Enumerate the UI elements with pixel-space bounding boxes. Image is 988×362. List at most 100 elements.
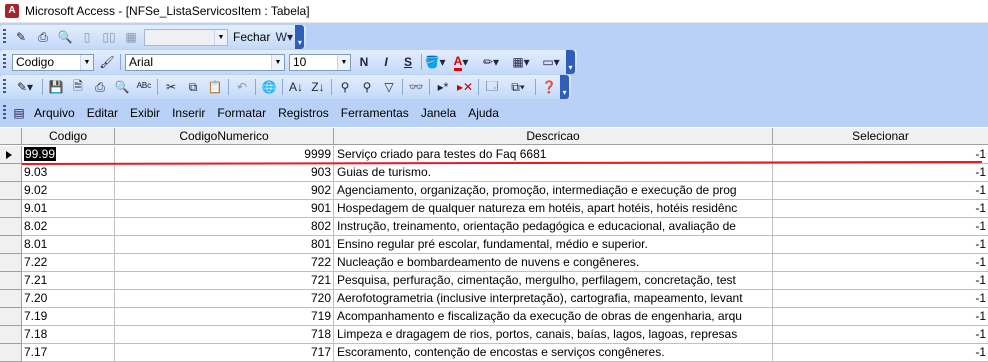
- print-preview-icon[interactable]: 🔍: [111, 77, 133, 97]
- font-combo[interactable]: Arial ▼: [125, 53, 285, 71]
- record-selector[interactable]: [0, 182, 22, 200]
- filter-by-selection-icon[interactable]: ⚲: [334, 77, 356, 97]
- copy-icon[interactable]: ⧉: [182, 77, 204, 97]
- undo-icon[interactable]: ↶: [231, 77, 253, 97]
- multiple-pages-icon[interactable]: ▦: [120, 27, 142, 47]
- design-view-icon[interactable]: ✎: [10, 27, 32, 47]
- fill-color-icon[interactable]: 🪣▾: [424, 52, 446, 72]
- menu-formatar[interactable]: Formatar: [211, 106, 272, 120]
- line-color-icon[interactable]: ✏▾: [476, 52, 506, 72]
- cell-descricao[interactable]: Acompanhamento e fiscalização da execuçã…: [334, 308, 773, 326]
- sort-descending-icon[interactable]: Z↓: [307, 77, 329, 97]
- one-page-icon[interactable]: ▯: [76, 27, 98, 47]
- cell-descricao[interactable]: Guias de turismo.: [334, 164, 773, 182]
- record-selector[interactable]: [0, 308, 22, 326]
- gridlines-icon[interactable]: ▦▾: [506, 52, 536, 72]
- column-header-codigo[interactable]: Codigo: [22, 128, 115, 145]
- cell-selecionar[interactable]: -1: [773, 218, 988, 236]
- cell-selecionar[interactable]: -1: [773, 236, 988, 254]
- apply-filter-icon[interactable]: ▽: [378, 77, 400, 97]
- delete-record-icon[interactable]: ▸✕: [454, 77, 476, 97]
- record-selector[interactable]: [0, 236, 22, 254]
- help-icon[interactable]: ❓: [538, 77, 560, 97]
- chevron-down-icon[interactable]: ▼: [80, 54, 93, 70]
- cell-codigo[interactable]: 7.18: [22, 326, 115, 344]
- record-selector[interactable]: [0, 218, 22, 236]
- font-color-icon[interactable]: A ▾: [446, 52, 476, 72]
- sort-ascending-icon[interactable]: A↓: [285, 77, 307, 97]
- record-selector[interactable]: [0, 290, 22, 308]
- menu-exibir[interactable]: Exibir: [124, 106, 166, 120]
- cell-codigo[interactable]: 7.22: [22, 254, 115, 272]
- cell-codigonumerico[interactable]: 9999: [115, 146, 334, 164]
- chevron-down-icon[interactable]: ▼: [214, 29, 227, 45]
- cell-selecionar[interactable]: -1: [773, 344, 988, 362]
- bold-button[interactable]: N: [353, 52, 375, 72]
- toolbar-options-icon[interactable]: ▾: [560, 75, 569, 99]
- object-combo[interactable]: Codigo ▼: [12, 53, 94, 71]
- menu-arquivo[interactable]: Arquivo: [28, 106, 81, 120]
- table-window-icon[interactable]: ▤: [10, 103, 28, 123]
- cell-descricao[interactable]: Ensino regular pré escolar, fundamental,…: [334, 236, 773, 254]
- toolbar-grip[interactable]: [3, 105, 6, 121]
- save-icon[interactable]: 💾: [45, 77, 67, 97]
- print-icon[interactable]: ⎙: [89, 77, 111, 97]
- cell-codigonumerico[interactable]: 719: [115, 308, 334, 326]
- zoom-combo[interactable]: ▼: [144, 28, 228, 46]
- record-selector[interactable]: [0, 200, 22, 218]
- cell-codigonumerico[interactable]: 722: [115, 254, 334, 272]
- cell-descricao[interactable]: Limpeza e dragagem de rios, portos, cana…: [334, 326, 773, 344]
- toolbar-grip[interactable]: [3, 79, 6, 95]
- cell-descricao[interactable]: Aerofotogrametria (inclusive interpretaç…: [334, 290, 773, 308]
- new-record-icon[interactable]: ▸*: [432, 77, 454, 97]
- cell-codigo[interactable]: 99.99: [22, 146, 115, 164]
- select-all-corner[interactable]: [0, 128, 22, 145]
- record-selector[interactable]: [0, 344, 22, 362]
- menu-inserir[interactable]: Inserir: [166, 106, 211, 120]
- record-selector[interactable]: [0, 146, 22, 164]
- chevron-down-icon[interactable]: ▼: [271, 54, 284, 70]
- menu-janela[interactable]: Janela: [415, 106, 462, 120]
- menu-registros[interactable]: Registros: [272, 106, 335, 120]
- italic-button[interactable]: I: [375, 52, 397, 72]
- menu-editar[interactable]: Editar: [81, 106, 124, 120]
- cell-codigonumerico[interactable]: 801: [115, 236, 334, 254]
- cell-selecionar[interactable]: -1: [773, 308, 988, 326]
- view-icon[interactable]: ✎▾: [10, 77, 40, 97]
- cell-codigo[interactable]: 7.19: [22, 308, 115, 326]
- cell-selecionar[interactable]: -1: [773, 272, 988, 290]
- close-button[interactable]: Fechar: [230, 30, 273, 44]
- cell-codigonumerico[interactable]: 717: [115, 344, 334, 362]
- underline-button[interactable]: S: [397, 52, 419, 72]
- toolbar-options-icon[interactable]: ▾: [295, 25, 305, 49]
- column-header-selecionar[interactable]: Selecionar: [773, 128, 988, 145]
- cell-codigonumerico[interactable]: 902: [115, 182, 334, 200]
- cell-codigo[interactable]: 9.01: [22, 200, 115, 218]
- cell-codigo[interactable]: 8.02: [22, 218, 115, 236]
- zoom-icon[interactable]: 🔍: [54, 27, 76, 47]
- office-links-icon[interactable]: W▾: [273, 27, 295, 47]
- database-window-icon[interactable]: 🗔: [481, 77, 503, 97]
- cell-codigo[interactable]: 9.03: [22, 164, 115, 182]
- cell-codigonumerico[interactable]: 721: [115, 272, 334, 290]
- new-object-icon[interactable]: ⧉▾: [503, 77, 533, 97]
- chevron-down-icon[interactable]: ▼: [337, 54, 350, 70]
- cell-selecionar[interactable]: -1: [773, 254, 988, 272]
- cell-selecionar[interactable]: -1: [773, 182, 988, 200]
- record-selector[interactable]: [0, 326, 22, 344]
- cell-selecionar[interactable]: -1: [773, 200, 988, 218]
- cell-selecionar[interactable]: -1: [773, 164, 988, 182]
- cell-descricao[interactable]: Hospedagem de qualquer natureza em hotéi…: [334, 200, 773, 218]
- cell-codigonumerico[interactable]: 802: [115, 218, 334, 236]
- menu-ferramentas[interactable]: Ferramentas: [335, 106, 415, 120]
- font-size-combo[interactable]: 10 ▼: [289, 53, 351, 71]
- print-icon[interactable]: ⎙: [32, 27, 54, 47]
- cell-codigonumerico[interactable]: 903: [115, 164, 334, 182]
- toolbar-grip[interactable]: [3, 54, 6, 70]
- file-search-icon[interactable]: 🗎: [67, 77, 89, 97]
- column-header-descricao[interactable]: Descricao: [334, 128, 773, 145]
- two-pages-icon[interactable]: ▯▯: [98, 27, 120, 47]
- cell-descricao[interactable]: Escoramento, contenção de encostas e ser…: [334, 344, 773, 362]
- filter-by-form-icon[interactable]: ⚲: [356, 77, 378, 97]
- record-selector[interactable]: [0, 164, 22, 182]
